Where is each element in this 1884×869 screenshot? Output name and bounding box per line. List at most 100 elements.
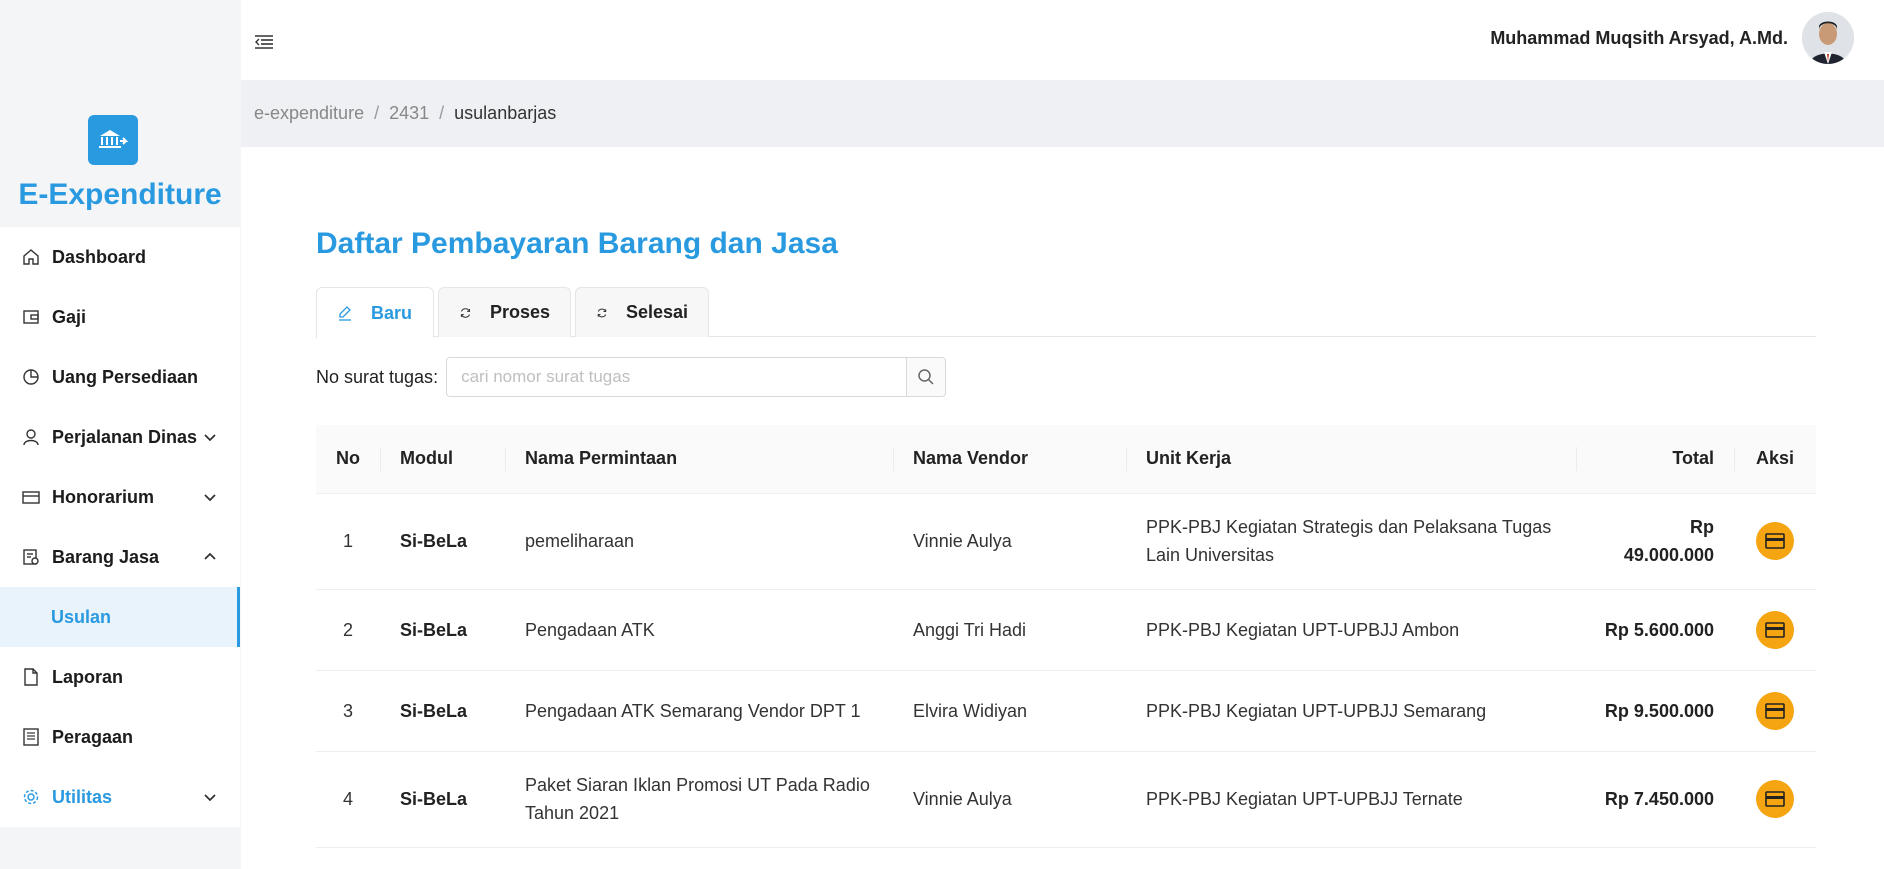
tab-label: Selesai [625, 302, 688, 322]
column-header-aksi: Aksi [1734, 425, 1816, 494]
sidebar-item-utilitas[interactable]: Utilitas [0, 767, 240, 827]
table-row[interactable]: 4 Si-BeLa Paket Siaran Iklan Promosi UT … [316, 751, 1816, 848]
column-header-nama-permintaan: Nama Permintaan [505, 425, 893, 494]
table-row[interactable]: 3 Si-BeLa Pengadaan ATK Semarang Vendor … [316, 670, 1816, 752]
sync-icon [460, 307, 471, 318]
avatar[interactable] [1802, 12, 1854, 64]
cell-aksi [1734, 670, 1816, 752]
credit-card-icon [22, 488, 40, 506]
brand-name: E-Expenditure [18, 178, 222, 211]
breadcrumb-item[interactable]: 2431 [389, 103, 429, 124]
cell-total: Rp 9.500.000 [1576, 670, 1734, 752]
tab-label: Baru [371, 302, 413, 323]
cell-aksi [1734, 493, 1816, 590]
sidebar-item-label: Laporan [52, 666, 124, 687]
payment-button[interactable] [1756, 780, 1794, 818]
sidebar-item-dashboard[interactable]: Dashboard [0, 227, 240, 287]
sidebar-item-perjalanan-dinas[interactable]: Perjalanan Dinas [0, 407, 240, 467]
data-table: No Modul Nama Permintaan Nama Vendor Uni… [316, 425, 1816, 848]
wallet-icon [22, 308, 40, 326]
sidebar-item-uang-persediaan[interactable]: Uang Persediaan [0, 347, 240, 407]
cell-nama-vendor: Vinnie Aulya [893, 751, 1126, 848]
sidebar-item-gaji[interactable]: Gaji [0, 287, 240, 347]
table-header-row: No Modul Nama Permintaan Nama Vendor Uni… [316, 425, 1816, 494]
payment-button[interactable] [1756, 691, 1794, 730]
cell-modul: Si-BeLa [380, 589, 505, 671]
sidebar-item-label: Usulan [51, 606, 112, 627]
cell-nama-vendor: Anggi Tri Hadi [893, 589, 1126, 671]
sidebar-item-label: Peragaan [52, 726, 134, 747]
top-header: Muhammad Muqsith Arsyad, A.Md. [241, 0, 1884, 80]
breadcrumb-separator: / [439, 103, 445, 123]
cell-unit-kerja: PPK-PBJ Kegiatan UPT-UPBJJ Ternate [1126, 751, 1576, 848]
column-header-no: No [316, 425, 380, 494]
sidebar-item-honorarium[interactable]: Honorarium [0, 467, 240, 527]
sidebar-item-laporan[interactable]: Laporan [0, 647, 240, 707]
search-input[interactable] [446, 357, 907, 397]
sidebar-item-label: Barang Jasa [52, 546, 160, 567]
table-row[interactable]: 1 Si-BeLa pemeliharaan Vinnie Aulya PPK-… [316, 493, 1816, 590]
cell-nama-permintaan: Pengadaan ATK Semarang Vendor DPT 1 [505, 670, 893, 752]
file-icon [22, 668, 40, 686]
credit-card-icon [1765, 791, 1785, 807]
column-header-nama-vendor: Nama Vendor [893, 425, 1126, 494]
sidebar-item-peragaan[interactable]: Peragaan [0, 707, 240, 767]
gear-icon [22, 788, 40, 806]
cell-nama-vendor: Elvira Widiyan [893, 670, 1126, 752]
chevron-down-icon [204, 434, 216, 442]
cell-modul: Si-BeLa [380, 670, 505, 752]
sync-icon [597, 308, 607, 317]
chevron-down-icon [204, 494, 216, 502]
credit-card-icon [1765, 702, 1785, 719]
payment-button[interactable] [1756, 522, 1794, 560]
sidebar-item-barang-jasa[interactable]: Barang Jasa [0, 527, 240, 587]
sidebar-item-usulan[interactable]: Usulan [0, 587, 240, 647]
cell-modul: Si-BeLa [380, 493, 505, 590]
tab-bar: Baru Proses Selesai [316, 287, 1816, 338]
sidebar-item-label: Honorarium [52, 486, 155, 507]
tab-baru[interactable]: Baru [316, 287, 434, 338]
credit-card-icon [1765, 621, 1785, 638]
table-row[interactable]: 2 Si-BeLa Pengadaan ATK Anggi Tri Hadi P… [316, 589, 1816, 671]
user-name[interactable]: Muhammad Muqsith Arsyad, A.Md. [1490, 28, 1788, 49]
payment-button[interactable] [1756, 610, 1794, 649]
credit-card-icon [1765, 533, 1785, 549]
chevron-down-icon [204, 794, 216, 802]
cell-unit-kerja: PPK-PBJ Kegiatan UPT-UPBJJ Semarang [1126, 670, 1576, 752]
cell-total: Rp 49.000.000 [1576, 493, 1734, 590]
page-title: Daftar Pembayaran Barang dan Jasa [316, 227, 838, 260]
search-icon [918, 369, 934, 385]
breadcrumb: e-expenditure / 2431 / usulanbarjas [241, 80, 1884, 147]
column-header-unit-kerja: Unit Kerja [1126, 425, 1576, 494]
cell-unit-kerja: PPK-PBJ Kegiatan UPT-UPBJJ Ambon [1126, 589, 1576, 671]
home-icon [22, 248, 40, 266]
breadcrumb-item[interactable]: e-expenditure [254, 103, 364, 124]
search-button[interactable] [906, 357, 947, 397]
cell-no: 3 [316, 670, 380, 752]
column-header-total: Total [1576, 425, 1734, 494]
cell-total: Rp 5.600.000 [1576, 589, 1734, 671]
cell-unit-kerja: PPK-PBJ Kegiatan Strategis dan Pelaksana… [1126, 493, 1576, 590]
search-row: No surat tugas: [316, 357, 947, 397]
cell-nama-permintaan: Paket Siaran Iklan Promosi UT Pada Radio… [505, 751, 893, 848]
tab-label: Proses [489, 302, 550, 322]
cell-no: 2 [316, 589, 380, 671]
audit-icon [22, 548, 40, 566]
sidebar-item-label: Perjalanan Dinas [52, 426, 198, 447]
breadcrumb-current: usulanbarjas [454, 103, 557, 123]
breadcrumb-separator: / [374, 103, 380, 123]
logo [88, 115, 138, 165]
cell-nama-vendor: Vinnie Aulya [893, 493, 1126, 590]
sidebar-item-label: Dashboard [52, 246, 147, 267]
tab-selesai[interactable]: Selesai [575, 287, 709, 337]
document-list-icon [22, 728, 40, 746]
edit-icon [339, 306, 351, 321]
tab-proses[interactable]: Proses [438, 287, 571, 337]
sidebar-item-label: Gaji [52, 306, 87, 327]
cell-no: 1 [316, 493, 380, 590]
cell-nama-permintaan: pemeliharaan [505, 493, 893, 590]
menu-fold-icon[interactable] [255, 35, 273, 49]
cell-aksi [1734, 751, 1816, 848]
cell-nama-permintaan: Pengadaan ATK [505, 589, 893, 671]
sidebar-item-label: Utilitas [52, 786, 113, 807]
